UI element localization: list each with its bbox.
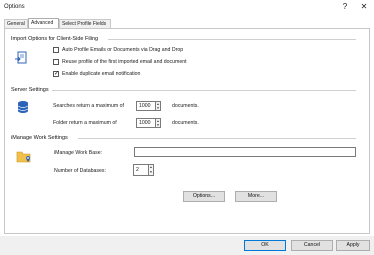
- close-button[interactable]: ✕: [358, 1, 370, 13]
- apply-button[interactable]: Apply: [336, 240, 370, 251]
- number-of-databases-input[interactable]: 2: [133, 164, 149, 176]
- import-section-heading: Import Options for Client-Side Filing: [11, 36, 99, 42]
- folder-max-suffix: documents.: [172, 120, 199, 126]
- import-document-icon: [15, 51, 27, 64]
- searches-max-suffix: documents.: [172, 103, 199, 109]
- searches-max-label: Searches return a maximum of: [53, 103, 124, 109]
- folder-location-icon: [16, 151, 31, 163]
- duplicate-notification-checkbox[interactable]: ✓: [53, 71, 59, 77]
- reuse-profile-label: Reuse profile of the first imported emai…: [62, 59, 187, 65]
- auto-profile-label: Auto Profile Emails or Documents via Dra…: [62, 47, 184, 53]
- searches-max-input[interactable]: 1000: [136, 101, 156, 111]
- window-title: Options: [4, 4, 25, 10]
- spin-down-icon: ▼: [149, 170, 153, 174]
- number-of-databases-label: Number of Databases:: [54, 168, 106, 174]
- spin-down-icon: ▼: [156, 106, 160, 110]
- imanage-section-heading: iManage Work Settings: [11, 135, 68, 141]
- title-bar: Options ? ✕: [0, 0, 374, 15]
- number-of-databases-spinner[interactable]: ▲ ▼: [149, 164, 154, 176]
- checkmark-icon: ✓: [54, 71, 60, 77]
- ok-button[interactable]: OK: [244, 240, 286, 251]
- imanage-base-input[interactable]: [134, 147, 356, 157]
- searches-max-spinner[interactable]: ▲ ▼: [156, 101, 161, 111]
- imanage-separator: [78, 138, 356, 139]
- more-button[interactable]: More...: [235, 191, 277, 202]
- server-separator: [52, 90, 356, 91]
- database-icon: [17, 101, 29, 113]
- folder-max-input[interactable]: 1000: [136, 118, 156, 128]
- folder-max-spinner[interactable]: ▲ ▼: [156, 118, 161, 128]
- server-section-heading: Server Settings: [11, 87, 49, 93]
- help-button[interactable]: ?: [339, 1, 351, 13]
- cancel-button[interactable]: Cancel: [291, 240, 333, 251]
- reuse-profile-checkbox[interactable]: [53, 59, 59, 65]
- folder-max-label: Folder return a maximum of: [53, 120, 117, 126]
- imanage-base-label: iManage Work Base:: [54, 150, 103, 156]
- options-button[interactable]: Options...: [183, 191, 225, 202]
- tab-general[interactable]: General: [4, 19, 28, 28]
- tab-select-profile-fields[interactable]: Select Profile Fields: [59, 19, 111, 28]
- import-separator: [108, 39, 356, 40]
- auto-profile-checkbox[interactable]: [53, 47, 59, 53]
- spin-down-icon: ▼: [156, 123, 160, 127]
- duplicate-notification-label: Enable duplicate email notification: [62, 71, 141, 77]
